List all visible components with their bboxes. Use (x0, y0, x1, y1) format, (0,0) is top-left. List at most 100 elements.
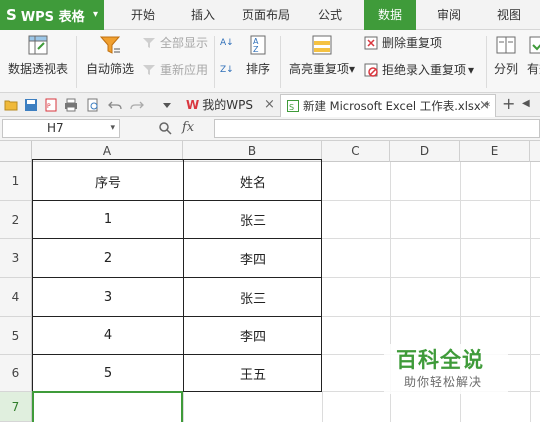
close-icon[interactable]: × (479, 95, 490, 117)
pivot-table-label: 数据透视表 (7, 62, 68, 76)
spreadsheet-file-icon: S (287, 100, 299, 112)
cell-b2[interactable]: 张三 (184, 201, 322, 238)
tab-start[interactable]: 开始 (118, 0, 168, 30)
row-header-3[interactable]: 3 (0, 239, 32, 278)
name-box[interactable]: H7 ▾ (2, 119, 120, 138)
data-validation-icon (529, 36, 540, 54)
show-all-label: 全部显示 (160, 36, 209, 50)
auto-filter-button[interactable]: 自动筛选 (84, 34, 136, 77)
tab-workbook[interactable]: S 新建 Microsoft Excel 工作表.xlsx * × (280, 94, 496, 117)
watermark: 百科全说 助你轻松解决 (384, 344, 508, 394)
row-header-1[interactable]: 1 (0, 162, 32, 201)
row-header-2[interactable]: 2 (0, 201, 32, 239)
reject-duplicates-icon (364, 63, 378, 77)
ribbon-divider (214, 36, 215, 88)
tab-data[interactable]: 数据 (364, 0, 416, 30)
sort-ascending-button[interactable]: A↓ (220, 34, 238, 48)
tab-review[interactable]: 审阅 (426, 0, 472, 30)
watermark-subtitle: 助你轻松解决 (404, 375, 483, 389)
cell-b1[interactable]: 姓名 (184, 162, 322, 200)
cell-a2[interactable]: 1 (33, 201, 183, 238)
highlight-duplicates-button[interactable]: 高亮重复项▾ (286, 34, 358, 77)
sort-descending-button[interactable]: Z↓ (220, 61, 238, 75)
row-header-6[interactable]: 6 (0, 355, 32, 392)
row-header-4[interactable]: 4 (0, 278, 32, 317)
gridline (322, 392, 323, 422)
sort-ascending-icon: A↓ (220, 38, 234, 48)
zoom-icon[interactable] (158, 121, 172, 135)
ribbon-divider (486, 36, 487, 88)
tab-my-wps[interactable]: W 我的WPS × (180, 94, 280, 117)
save-icon[interactable] (24, 98, 38, 112)
svg-text:P: P (47, 103, 51, 110)
cell-b6[interactable]: 王五 (184, 355, 322, 391)
cell-a5[interactable]: 4 (33, 317, 183, 354)
new-tab-button[interactable]: + (502, 94, 515, 113)
sort-descending-icon: Z↓ (220, 65, 234, 75)
quick-access-dropdown-icon[interactable] (160, 98, 174, 112)
column-header-e[interactable]: E (460, 141, 530, 162)
document-tab-bar: P W 我的WPS × S 新建 Microsoft Excel 工作表.xlsx … (0, 93, 540, 117)
row-header-7[interactable]: 7 (0, 392, 32, 422)
undo-icon[interactable] (108, 98, 122, 112)
select-all-corner[interactable] (0, 141, 32, 162)
print-icon[interactable] (64, 98, 78, 112)
close-icon[interactable]: × (264, 94, 275, 116)
data-validation-label: 有效 (526, 62, 540, 76)
open-folder-icon[interactable] (4, 98, 18, 112)
function-icon[interactable]: fx (182, 120, 194, 135)
sort-icon: A Z (250, 35, 266, 55)
row-header-5[interactable]: 5 (0, 317, 32, 355)
cell-a4[interactable]: 3 (33, 278, 183, 316)
app-name: WPS 表格 (20, 9, 85, 25)
reapply-button[interactable]: 重新应用 (142, 61, 208, 78)
filter-reapply-icon (143, 64, 155, 75)
reject-duplicates-button[interactable]: 拒绝录入重复项 ▾ (364, 61, 474, 78)
split-columns-label: 分列 (493, 62, 518, 76)
gridline (183, 392, 184, 422)
chevron-down-icon: ▾ (92, 9, 98, 20)
export-pdf-icon[interactable]: P (44, 98, 58, 112)
tab-page-layout[interactable]: 页面布局 (236, 0, 296, 30)
cell-a3[interactable]: 2 (33, 239, 183, 277)
formula-bar: H7 ▾ fx (0, 117, 540, 141)
cell-b3[interactable]: 李四 (184, 239, 322, 277)
filter-clear-icon (143, 37, 155, 48)
wps-logo-icon: S (6, 6, 17, 24)
remove-duplicates-icon (364, 36, 378, 49)
tab-insert[interactable]: 插入 (180, 0, 226, 30)
print-preview-icon[interactable] (86, 98, 100, 112)
tab-scroll-icon[interactable]: ◀ (522, 98, 530, 109)
column-header-c[interactable]: C (322, 141, 390, 162)
highlight-duplicates-icon (312, 35, 332, 55)
column-header-d[interactable]: D (390, 141, 460, 162)
tab-view[interactable]: 视图 (486, 0, 532, 30)
svg-text:Z↓: Z↓ (220, 65, 234, 75)
data-validation-button[interactable]: 有效 (524, 34, 540, 77)
split-columns-button[interactable]: 分列 (492, 34, 520, 77)
show-all-button[interactable]: 全部显示 (142, 34, 208, 51)
wps-logo-icon: W (186, 98, 200, 112)
tab-my-wps-label: 我的WPS (202, 98, 253, 112)
reject-duplicates-label: 拒绝录入重复项 (382, 63, 467, 77)
remove-duplicates-button[interactable]: 删除重复项 (364, 34, 442, 51)
svg-text:Z: Z (253, 45, 259, 54)
cell-b5[interactable]: 李四 (184, 317, 322, 354)
redo-icon[interactable] (130, 98, 144, 112)
chevron-down-icon[interactable]: ▾ (110, 120, 115, 137)
cell-b4[interactable]: 张三 (184, 278, 322, 316)
svg-text:S: S (289, 103, 294, 112)
ribbon-divider (76, 36, 77, 88)
pivot-table-icon (28, 35, 48, 55)
wps-app-menu[interactable]: S WPS 表格 ▾ (0, 0, 104, 30)
tab-formulas[interactable]: 公式 (306, 0, 354, 30)
sort-button[interactable]: A Z 排序 (242, 34, 274, 77)
formula-input[interactable] (214, 119, 540, 138)
split-columns-icon (496, 36, 516, 54)
chevron-down-icon: ▾ (348, 62, 356, 76)
cell-a6[interactable]: 5 (33, 355, 183, 391)
name-box-value: H7 (47, 121, 64, 135)
pivot-table-button[interactable]: 数据透视表 (6, 34, 70, 77)
cell-a1[interactable]: 序号 (33, 162, 183, 200)
gridline (530, 162, 531, 422)
